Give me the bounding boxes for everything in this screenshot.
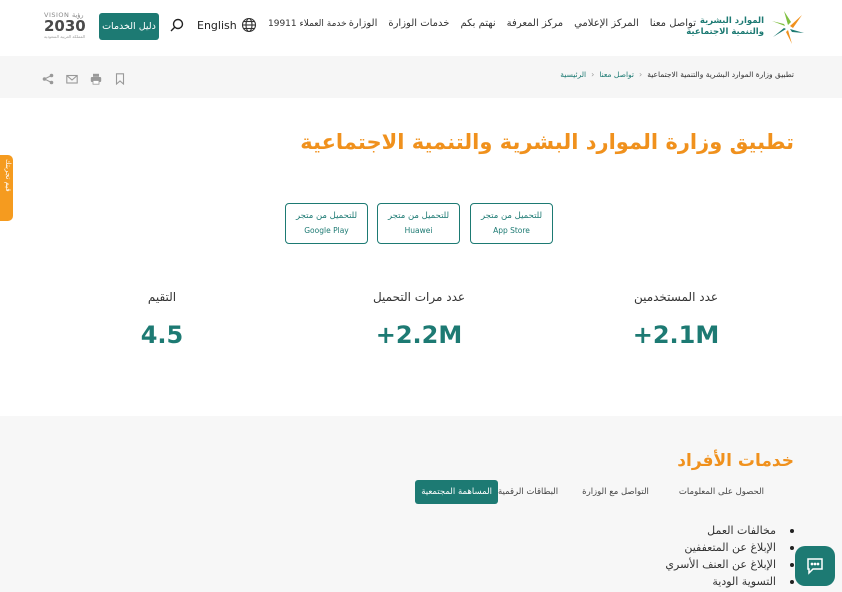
- language-switch[interactable]: English: [197, 17, 257, 33]
- page-title: تطبيق وزارة الموارد البشرية والتنمية الا…: [300, 130, 794, 154]
- stat-label: عدد المستخدمين: [633, 290, 719, 304]
- huawei-store-button[interactable]: للتحميل من متجر Huawei: [377, 203, 460, 244]
- ministry-logo-icon: [772, 11, 804, 44]
- services-guide-button[interactable]: دليل الخدمات: [99, 13, 159, 40]
- tab-get-information[interactable]: الحصول على المعلومات: [679, 487, 764, 497]
- breadcrumb-current: تطبيق وزارة الموارد البشرية والتنمية الا…: [647, 70, 794, 79]
- stat-value: +2.2M: [375, 321, 463, 349]
- feedback-label: قيم تجربتك: [4, 159, 12, 192]
- breadcrumb: الرئيسية ‹ تواصل معنا ‹ تطبيق وزارة المو…: [560, 70, 794, 79]
- nav-knowledge-center[interactable]: مركز المعرفة: [507, 18, 563, 29]
- services-title: خدمات الأفراد: [677, 451, 794, 471]
- tab-contact-ministry[interactable]: التواصل مع الوزارة: [582, 487, 649, 497]
- page-tools: [42, 70, 126, 86]
- services-list: مخالفات العمل الإبلاغ عن المتعففين الإبل…: [665, 522, 794, 590]
- stat-users: عدد المستخدمين +2.1M: [596, 290, 756, 349]
- list-item-label: مخالفات العمل: [707, 524, 776, 537]
- google-play-button[interactable]: للتحميل من متجر Google Play: [285, 203, 368, 244]
- store-name: Huawei: [404, 226, 433, 235]
- print-button[interactable]: [90, 70, 102, 85]
- list-item-label: التسوية الودية: [712, 575, 776, 588]
- stat-downloads: عدد مرات التحميل +2.2M: [339, 290, 499, 349]
- store-button-label: للتحميل من متجر: [480, 211, 543, 221]
- ministry-logo[interactable]: الموارد البشرية والتنمية الاجتماعية: [680, 8, 808, 46]
- nav-ministry[interactable]: الوزارة: [349, 18, 378, 29]
- bullet: [790, 545, 794, 550]
- list-item-label: الإبلاغ عن العنف الأسري: [665, 558, 776, 571]
- bullet: [790, 579, 794, 584]
- store-name: Google Play: [304, 226, 349, 235]
- stat-rating: التقيم 4.5: [82, 290, 242, 349]
- vision-year: 2030: [44, 17, 86, 35]
- bullet: [790, 562, 794, 567]
- list-item[interactable]: الإبلاغ عن العنف الأسري: [665, 556, 794, 573]
- nav-ministry-services[interactable]: خدمات الوزارة: [388, 18, 449, 29]
- vision-subtitle: المملكة العربية السعودية: [44, 34, 86, 39]
- nav-we-care[interactable]: نهتم بكم: [460, 18, 495, 29]
- print-icon: [90, 73, 102, 85]
- stat-label: التقيم: [147, 290, 177, 304]
- mail-icon: [66, 74, 78, 84]
- chevron-left-icon: ‹: [639, 70, 643, 79]
- logo-line2: والتنمية الاجتماعية: [686, 27, 764, 37]
- main-nav: الوزارة خدمات الوزارة نهتم بكم مركز المع…: [349, 18, 696, 29]
- store-buttons: للتحميل من متجر App Store للتحميل من متج…: [285, 203, 553, 245]
- email-button[interactable]: [66, 70, 78, 84]
- services-tabs: المساهمة المجتمعية البطاقات الرقمية التو…: [415, 480, 794, 504]
- vision-2030-logo: VISION رؤية 2030 المملكة العربية السعودي…: [44, 11, 90, 43]
- bookmark-button[interactable]: [114, 70, 126, 86]
- list-item[interactable]: الإبلاغ عن المتعففين: [665, 539, 794, 556]
- store-button-label: للتحميل من متجر: [295, 211, 358, 221]
- language-label: English: [197, 18, 237, 32]
- list-item[interactable]: مخالفات العمل: [665, 522, 794, 539]
- globe-icon: [241, 17, 256, 33]
- nav-media-center[interactable]: المركز الإعلامي: [574, 18, 639, 29]
- customer-service-number[interactable]: خدمة العملاء 19911: [268, 19, 347, 29]
- bookmark-icon: [115, 73, 125, 86]
- share-icon: [42, 73, 54, 85]
- chat-icon: [807, 558, 823, 575]
- store-name: App Store: [493, 226, 530, 235]
- list-item[interactable]: التسوية الودية: [665, 573, 794, 590]
- tab-digital-cards[interactable]: البطاقات الرقمية: [498, 487, 558, 497]
- site-header: الموارد البشرية والتنمية الاجتماعية الوز…: [0, 0, 842, 56]
- tab-community-contribution[interactable]: المساهمة المجتمعية: [415, 480, 498, 504]
- bullet: [790, 528, 794, 533]
- feedback-tab[interactable]: قيم تجربتك: [0, 155, 13, 221]
- nav-contact-us[interactable]: تواصل معنا: [650, 18, 696, 29]
- breadcrumb-home[interactable]: الرئيسية: [560, 70, 586, 79]
- logo-line1: الموارد البشرية: [699, 16, 764, 26]
- breadcrumb-bar: الرئيسية ‹ تواصل معنا ‹ تطبيق وزارة المو…: [0, 56, 842, 98]
- chat-button[interactable]: [795, 546, 835, 586]
- individual-services-section: خدمات الأفراد المساهمة المجتمعية البطاقا…: [0, 416, 842, 592]
- list-item-label: الإبلاغ عن المتعففين: [684, 541, 776, 554]
- app-store-button[interactable]: للتحميل من متجر App Store: [470, 203, 553, 244]
- chevron-left-icon: ‹: [591, 70, 595, 79]
- stat-value: 4.5: [140, 321, 184, 349]
- search-icon[interactable]: [170, 18, 184, 32]
- stat-label: عدد مرات التحميل: [372, 290, 466, 304]
- store-button-label: للتحميل من متجر: [387, 211, 450, 221]
- breadcrumb-contact[interactable]: تواصل معنا: [599, 70, 634, 79]
- stat-value: +2.1M: [632, 321, 720, 349]
- logo-text: الموارد البشرية والتنمية الاجتماعية: [686, 16, 764, 38]
- share-button[interactable]: [42, 70, 54, 85]
